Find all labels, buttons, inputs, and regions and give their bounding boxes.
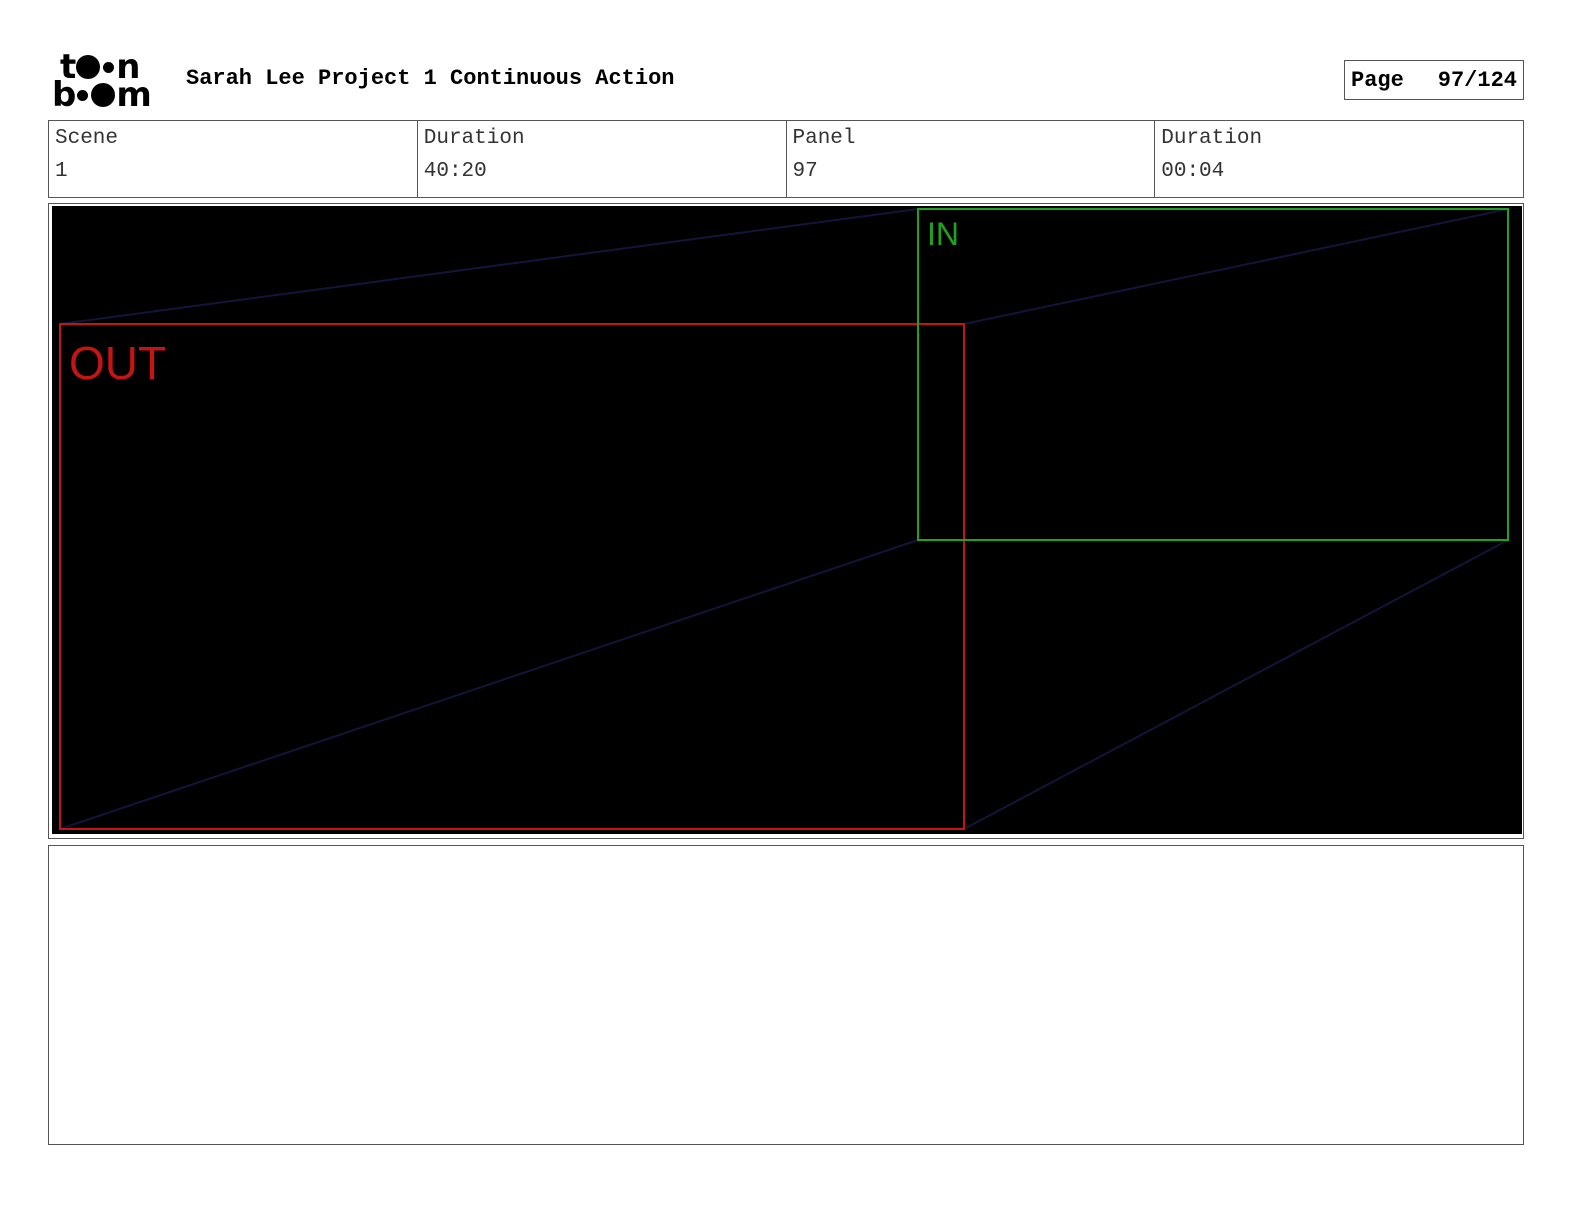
document-title: Sarah Lee Project 1 Continuous Action [186, 66, 675, 91]
page-number: 97/124 [1437, 67, 1517, 93]
panel-duration-label: Duration [1161, 127, 1263, 150]
guide-line-bottom-left [59, 539, 919, 830]
panel-image: IN OUT [52, 206, 1522, 834]
panel-duration-cell: Duration 00:04 [1155, 121, 1523, 197]
toon-boom-logo: tn bm [52, 47, 152, 115]
out-frame [59, 323, 965, 830]
in-frame-label: IN [927, 216, 959, 252]
guide-line-top-right [963, 208, 1509, 325]
page-label: Page [1351, 67, 1404, 93]
scene-duration-label: Duration [423, 127, 525, 150]
guide-line-bottom-right [963, 539, 1509, 830]
panel-duration-value: 00:04 [1161, 160, 1225, 183]
panel-notes-area [48, 845, 1524, 1145]
camera-move-diagram [59, 208, 1509, 830]
in-frame [917, 208, 1509, 541]
panel-label: Panel [792, 127, 856, 150]
scene-label: Scene [55, 127, 119, 150]
out-frame-label: OUT [69, 337, 167, 389]
scene-duration-cell: Duration 40:20 [418, 121, 787, 197]
page-indicator: Page 97/124 [1344, 60, 1524, 100]
scene-cell: Scene 1 [49, 121, 418, 197]
guide-line-top-left [59, 208, 919, 325]
scene-value: 1 [55, 160, 68, 183]
panel-value: 97 [792, 160, 818, 183]
panel-cell: Panel 97 [787, 121, 1156, 197]
scene-duration-value: 40:20 [423, 160, 487, 183]
panel-info-table: Scene 1 Duration 40:20 Panel 97 Duration… [48, 120, 1524, 198]
